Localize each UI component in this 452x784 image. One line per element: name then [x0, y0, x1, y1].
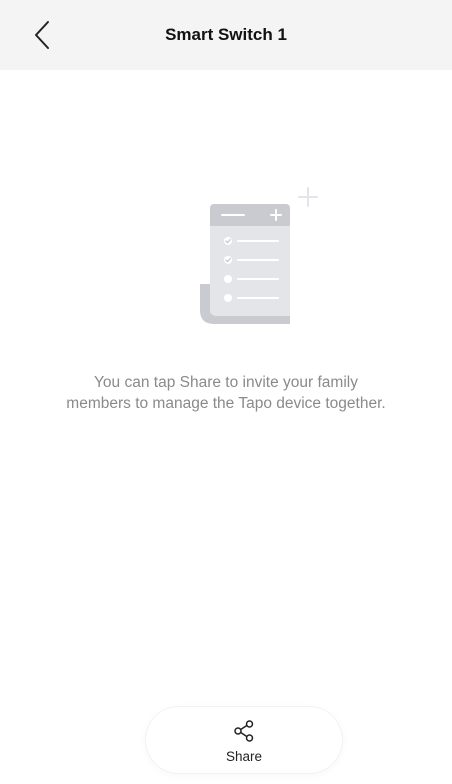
empty-state-message: You can tap Share to invite your family … [66, 374, 386, 412]
share-icon [234, 720, 254, 742]
checklist-document-icon [200, 187, 318, 324]
share-button[interactable]: Share [146, 707, 342, 773]
empty-state-illustration [186, 182, 326, 332]
page-title: Smart Switch 1 [165, 25, 287, 44]
top-bar: Smart Switch 1 [0, 0, 452, 70]
share-label: Share [225, 749, 263, 764]
share-screen: Smart Switch 1 You can tap Share to invi… [0, 0, 452, 784]
